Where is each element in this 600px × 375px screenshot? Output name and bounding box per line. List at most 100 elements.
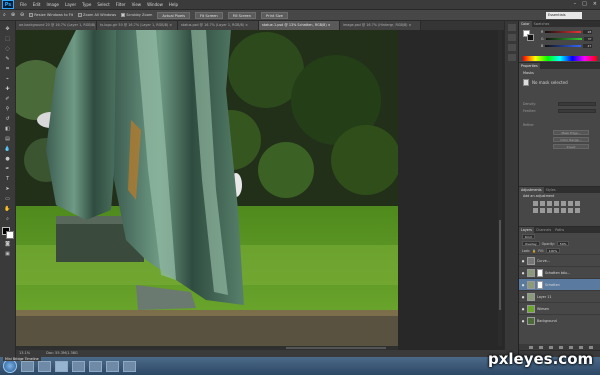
tab-layers[interactable]: Layers [519,227,534,233]
brush-preset-icon[interactable] [507,44,516,51]
tab-adjustments[interactable]: Adjustments [519,187,544,193]
zoom-icon[interactable]: ⌕ [3,12,6,18]
menu-filter[interactable]: Filter [113,2,129,7]
print-size-button[interactable]: Print Size [261,11,288,19]
healing-tool-icon[interactable]: ✚ [3,85,12,93]
threshold-icon[interactable] [568,208,573,213]
menu-edit[interactable]: Edit [30,2,44,7]
color-balance-icon[interactable] [575,201,580,206]
tab-properties[interactable]: Properties [519,63,540,69]
gradient-tool-icon[interactable]: ▤ [3,135,12,143]
adjustment-add-icon[interactable] [559,345,563,349]
background-color[interactable] [5,231,14,239]
bottom-panel-tabs[interactable]: Mini Bridge Timeline [3,357,41,361]
opacity-input[interactable]: 50% [556,241,570,246]
invert-icon[interactable] [554,208,559,213]
taskbar-app-icon[interactable] [21,360,34,372]
levels-icon[interactable] [540,201,545,206]
zoom-out-icon[interactable]: ⊖ [20,12,24,18]
black-white-icon[interactable] [533,208,538,213]
close-icon[interactable]: × [593,1,597,7]
mask-add-icon[interactable] [549,345,553,349]
brush-tool-icon[interactable]: ✐ [3,95,12,103]
link-icon[interactable] [529,345,533,349]
color-swatches[interactable] [1,227,14,239]
visibility-eye-icon[interactable]: ● [521,259,525,263]
layer-kind-filter[interactable]: Kind [522,234,535,239]
info-icon[interactable] [507,34,516,41]
dodge-tool-icon[interactable]: ● [3,155,12,163]
visibility-eye-icon[interactable]: ● [521,307,525,311]
layer-row-selected[interactable]: ● Schatten [519,278,600,290]
eyedropper-tool-icon[interactable]: ⌁ [3,75,12,83]
character-icon[interactable] [507,54,516,61]
history-brush-tool-icon[interactable]: ↺ [3,115,12,123]
folder-icon[interactable] [569,345,573,349]
maximize-icon[interactable]: □ [582,1,587,7]
gradient-map-icon[interactable] [575,208,580,213]
quick-mask-icon[interactable]: ◙ [3,240,12,248]
fill-screen-button[interactable]: Fill Screen [227,11,257,19]
document-tab[interactable]: ts-logo-gir 50 @ 16.7% (Layer 1, RGB/8) … [97,21,178,30]
background-swatch[interactable] [527,34,534,41]
vertical-scrollbar[interactable] [498,30,502,346]
screen-mode-icon[interactable]: ▣ [3,250,12,258]
menu-image[interactable]: Image [43,2,62,7]
menu-type[interactable]: Type [79,2,94,7]
hand-tool-icon[interactable]: ✋ [3,205,12,213]
layer-row[interactable]: ● Curve... [519,254,600,266]
menu-view[interactable]: View [129,2,145,7]
taskbar-app-icon[interactable] [123,360,136,372]
document-tab[interactable]: status.psd @ 16.7% (Layer 1, RGB/8) × [178,21,259,30]
clone-stamp-tool-icon[interactable]: ⚲ [3,105,12,113]
document-canvas[interactable] [16,30,398,350]
trash-icon[interactable] [589,345,593,349]
vibrance-icon[interactable] [561,201,566,206]
zoom-tool-icon[interactable]: ⌕ [3,215,12,223]
layer-row[interactable]: ● Schatten bäu... [519,266,600,278]
workspace-select[interactable]: Essentials [546,12,582,19]
color-spectrum[interactable] [523,56,597,61]
path-select-tool-icon[interactable]: ➤ [3,185,12,193]
taskbar-app-icon[interactable] [89,360,102,372]
zoom-all-windows-check[interactable]: Zoom All Windows [78,13,116,17]
taskbar-app-icon[interactable] [106,360,119,372]
exposure-icon[interactable] [554,201,559,206]
zoom-in-icon[interactable]: ⊕ [11,12,15,18]
red-slider[interactable]: R 28 [541,30,593,34]
start-button[interactable] [3,359,17,373]
eraser-tool-icon[interactable]: ◧ [3,125,12,133]
menu-window[interactable]: Window [144,2,166,7]
document-tab-active[interactable]: statue-1.psd @ 13% Schatten, RGB/8) × [259,21,340,30]
history-icon[interactable] [507,24,516,31]
feather-field[interactable]: Feather: [523,109,596,113]
scroll-thumb[interactable] [286,347,386,349]
tab-swatches[interactable]: Swatches [532,21,552,27]
tab-styles[interactable]: Styles [544,187,558,193]
scrubby-zoom-check[interactable]: Scrubby Zoom [121,13,152,17]
marquee-tool-icon[interactable]: ⬚ [3,35,12,43]
minimize-icon[interactable]: – [574,1,577,7]
blur-tool-icon[interactable]: 💧 [3,145,12,153]
mask-edge-button[interactable]: Mask Edge... [553,130,589,135]
blue-slider[interactable]: B 47 [541,44,593,48]
visibility-eye-icon[interactable]: ● [521,319,525,323]
fit-screen-button[interactable]: Fit Screen [195,11,223,19]
document-tab[interactable]: oe-background 20 @ 16.7% (Layer 1, RGB/8… [16,21,97,30]
tab-channels[interactable]: Channels [534,227,553,233]
blend-mode-select[interactable]: Overlay [522,241,540,246]
crop-tool-icon[interactable]: ⌗ [3,65,12,73]
posterize-icon[interactable] [561,208,566,213]
visibility-eye-icon[interactable]: ● [521,283,525,287]
hue-saturation-icon[interactable] [568,201,573,206]
move-tool-icon[interactable]: ✥ [3,25,12,33]
lasso-tool-icon[interactable]: ◌ [3,45,12,53]
curves-icon[interactable] [547,201,552,206]
lock-icon[interactable]: 🔒 [532,249,536,253]
fill-input[interactable]: 100% [545,248,561,253]
layer-row[interactable]: ● Wiesen [519,302,600,314]
menu-help[interactable]: Help [166,2,181,7]
tab-paths[interactable]: Paths [553,227,566,233]
zoom-level[interactable]: 13.1% [19,350,30,357]
new-layer-icon[interactable] [579,345,583,349]
